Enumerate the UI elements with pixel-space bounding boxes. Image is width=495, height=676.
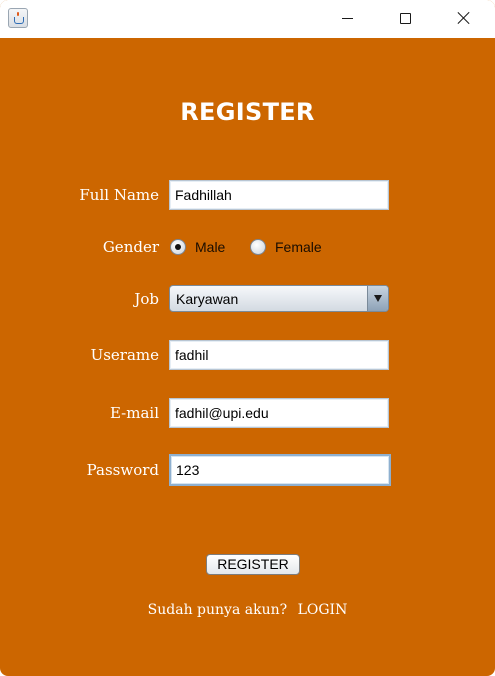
- full-name-input[interactable]: [169, 180, 389, 210]
- maximize-icon: [400, 13, 411, 24]
- email-label: E-mail: [109, 404, 159, 422]
- gender-male-radio[interactable]: Male: [170, 239, 230, 257]
- gender-female-radio[interactable]: Female: [250, 239, 330, 257]
- java-app-icon: [8, 8, 28, 28]
- page-title: REGISTER: [180, 98, 315, 126]
- gender-female-label: Female: [275, 239, 322, 255]
- email-input[interactable]: [169, 398, 389, 428]
- maximize-button[interactable]: [376, 0, 434, 38]
- job-select[interactable]: Karyawan: [169, 285, 389, 312]
- password-input[interactable]: [169, 454, 391, 486]
- register-button[interactable]: REGISTER: [206, 554, 300, 575]
- register-window: REGISTER Full Name Gender Male Female Jo…: [0, 0, 495, 676]
- login-link[interactable]: LOGIN: [298, 602, 348, 618]
- username-label: Userame: [90, 346, 159, 364]
- radio-checked-icon: [170, 239, 186, 255]
- title-bar: [0, 0, 495, 38]
- username-input[interactable]: [169, 340, 389, 370]
- close-icon: [457, 11, 471, 25]
- job-label: Job: [134, 290, 159, 308]
- chevron-down-icon[interactable]: [367, 286, 388, 311]
- gender-male-label: Male: [195, 239, 226, 255]
- full-name-label: Full Name: [79, 186, 159, 204]
- close-button[interactable]: [434, 0, 495, 38]
- job-selected-value: Karyawan: [176, 291, 239, 307]
- login-prompt-text: Sudah punya akun?: [147, 602, 288, 618]
- password-label: Password: [86, 461, 159, 479]
- minimize-button[interactable]: [318, 0, 376, 38]
- gender-label: Gender: [102, 238, 159, 256]
- radio-unchecked-icon: [250, 239, 266, 255]
- login-prompt: Sudah punya akun? LOGIN: [0, 602, 495, 618]
- minimize-icon: [342, 18, 353, 19]
